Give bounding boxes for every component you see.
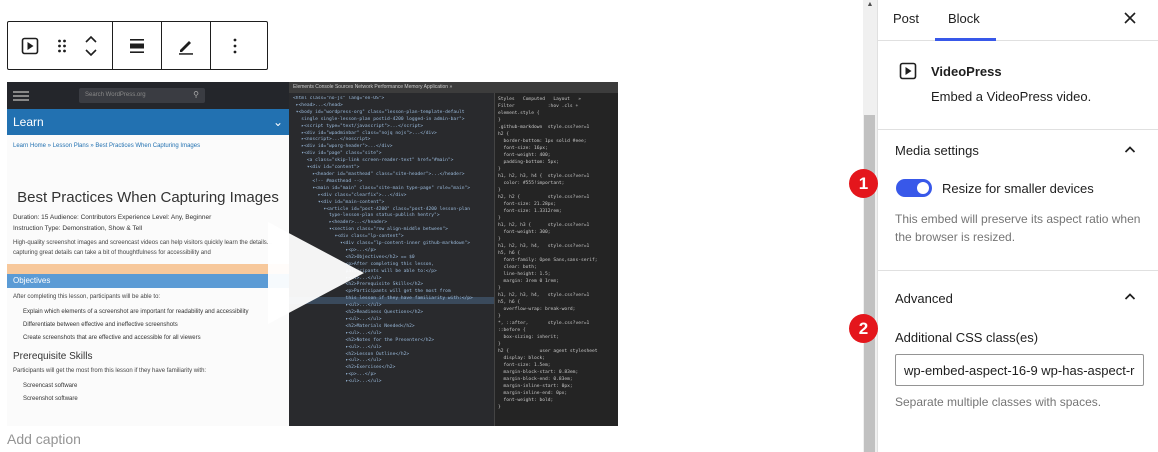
videopress-icon <box>21 37 39 54</box>
video-prereq-list: Screencast software Screenshot software <box>7 376 289 406</box>
video-site-search: Search WordPress.org ⚲ <box>79 88 205 103</box>
video-styles-tabs: Styles Computed Layout » <box>498 97 581 102</box>
tab-post[interactable]: Post <box>893 11 919 26</box>
video-prereq-text: Participants will get the most from this… <box>13 368 207 374</box>
block-card-title: VideoPress <box>931 64 1002 79</box>
video-devtools-styles: Styles Computed Layout » Filter :hov .cl… <box>494 93 618 426</box>
align-wide-icon <box>130 38 144 53</box>
caption-input[interactable]: Add caption <box>7 431 81 447</box>
media-settings-panel: Media settings Resize for smaller device… <box>878 130 1158 271</box>
toolbar-group-more <box>211 22 259 69</box>
edit-button[interactable] <box>168 22 204 69</box>
css-class-label: Additional CSS class(es) <box>895 330 1039 345</box>
video-meta-line: Duration: 15 Audience: Contributors Expe… <box>13 214 212 221</box>
video-objectives-heading: Objectives <box>7 274 289 288</box>
css-class-help: Separate multiple classes with spaces. <box>895 395 1102 409</box>
align-button[interactable] <box>119 22 155 69</box>
toolbar-group-edit <box>162 22 211 69</box>
chevron-up-icon[interactable] <box>1123 290 1137 304</box>
list-item: Explain which elements of a screenshot a… <box>23 309 249 315</box>
advanced-panel: Advanced Additional CSS class(es) Separa… <box>878 271 1158 452</box>
video-chevron-down-icon: ⌄ <box>272 115 283 129</box>
video-breadcrumb: Learn Home » Lesson Plans » Best Practic… <box>13 143 201 149</box>
video-prereq-heading: Prerequisite Skills <box>13 351 93 362</box>
video-search-icon: ⚲ <box>193 90 199 99</box>
video-webpage-frame: Search WordPress.org ⚲ Learn ⌄ Learn Home … <box>7 82 289 426</box>
toolbar-group-align <box>113 22 162 69</box>
sidebar-tabs: Post Block <box>878 0 1158 41</box>
resize-toggle-label[interactable]: Resize for smaller devices <box>942 181 1094 196</box>
help-text-line: the browser is resized. <box>895 230 1016 244</box>
video-menu-icon <box>13 90 29 101</box>
more-vertical-icon <box>233 38 237 53</box>
block-card-description: Embed a VideoPress video. <box>931 89 1092 104</box>
drag-handle-icon <box>58 39 66 52</box>
css-class-input[interactable] <box>895 354 1144 386</box>
more-options-button[interactable] <box>217 22 253 69</box>
video-learn-bar: Learn ⌄ <box>7 109 289 135</box>
videopress-icon <box>899 62 917 80</box>
video-site-search-text: Search WordPress.org <box>85 92 146 98</box>
media-settings-help: This embed will preserve its aspect rati… <box>895 210 1140 246</box>
callout-badge-2: 2 <box>849 314 878 343</box>
close-icon[interactable] <box>1122 10 1138 26</box>
list-item: Screencast software <box>23 383 78 389</box>
resize-toggle[interactable] <box>896 179 932 197</box>
media-settings-title[interactable]: Media settings <box>895 143 979 158</box>
play-icon[interactable] <box>264 218 368 328</box>
help-text-line: This embed will preserve its aspect rati… <box>895 212 1141 226</box>
settings-sidebar: Post Block VideoPress Embed a VideoPress… <box>878 0 1158 452</box>
video-after-text: After completing this lesson, participan… <box>13 294 161 300</box>
block-editor: Search WordPress.org ⚲ Learn ⌄ Learn Home … <box>0 0 1158 452</box>
chevron-up-icon[interactable] <box>1123 143 1137 157</box>
advanced-title[interactable]: Advanced <box>895 291 953 306</box>
video-meta-line: Instruction Type: Demonstration, Show & … <box>13 225 143 232</box>
chevron-up-down-icon <box>85 35 97 56</box>
video-objectives-list: Explain which elements of a screenshot a… <box>7 302 289 345</box>
list-item: Differentiate between effective and inef… <box>23 322 178 328</box>
move-up-down-button[interactable] <box>76 22 106 69</box>
pencil-icon <box>179 40 193 55</box>
video-learn-label: Learn <box>13 115 44 129</box>
video-preview[interactable]: Search WordPress.org ⚲ Learn ⌄ Learn Home … <box>7 82 618 426</box>
video-devtools-tabs: Elements Console Sources Network Perform… <box>289 82 618 93</box>
video-intro-paragraph: High-quality screenshot images and scree… <box>13 240 272 256</box>
video-page-heading: Best Practices When Capturing Images <box>17 189 279 206</box>
video-site-header: Search WordPress.org ⚲ <box>7 82 289 109</box>
video-meta: Duration: 15 Audience: Contributors Expe… <box>7 206 289 234</box>
drag-handle-button[interactable] <box>48 22 76 69</box>
video-orange-band <box>7 264 289 274</box>
list-item: Screenshot software <box>23 396 78 402</box>
scroll-up-arrow-icon[interactable]: ▲ <box>864 1 876 8</box>
toolbar-group-block <box>8 22 113 69</box>
block-card: VideoPress Embed a VideoPress video. <box>878 41 1158 130</box>
block-toolbar <box>7 21 268 70</box>
scrollbar-thumb[interactable] <box>864 115 875 452</box>
tab-block[interactable]: Block <box>948 11 980 26</box>
list-item: Create screenshots that are effective an… <box>23 335 201 341</box>
callout-badge-1: 1 <box>849 169 878 198</box>
videopress-block-type-button[interactable] <box>12 22 48 69</box>
